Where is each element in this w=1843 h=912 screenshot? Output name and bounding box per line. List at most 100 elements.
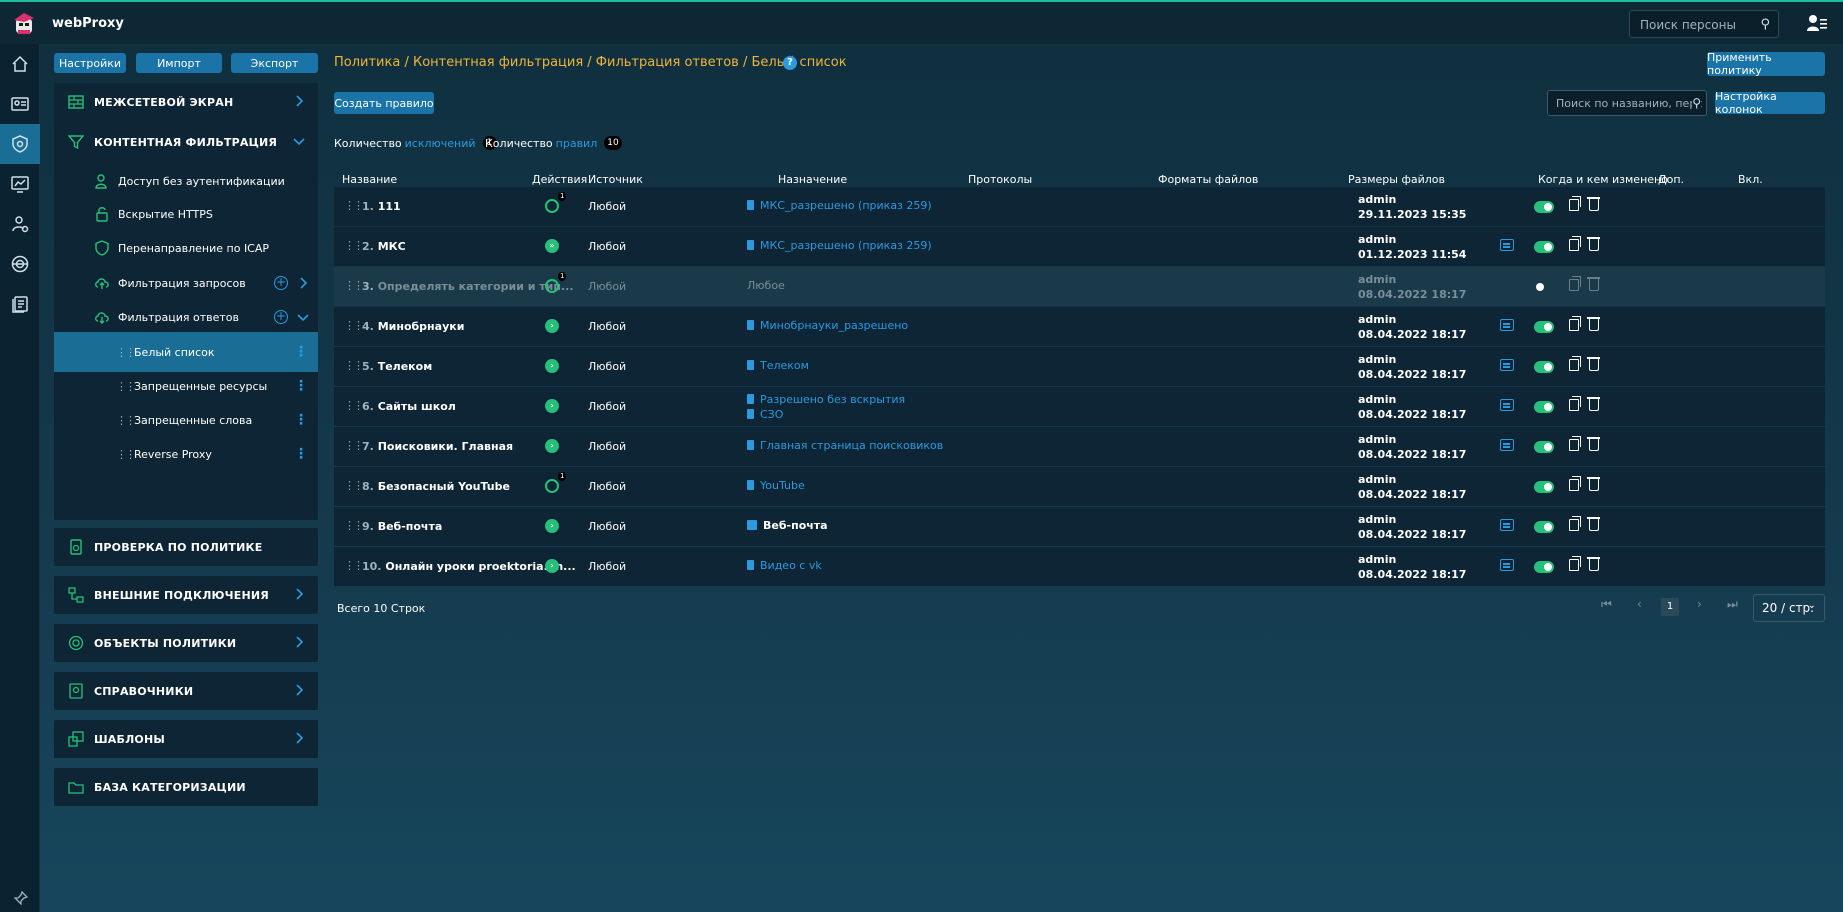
drag-handle-icon[interactable]: ⋮⋮ xyxy=(344,399,364,412)
copy-icon[interactable] xyxy=(1569,316,1581,331)
comment-icon[interactable] xyxy=(1500,359,1514,371)
trash-icon[interactable] xyxy=(1587,317,1600,331)
table-row[interactable]: ⋮⋮ 1. 111 1 Любой МКС_разрешено (приказ 259)… xyxy=(334,187,1825,226)
table-row[interactable]: ⋮⋮ 10. Онлайн уроки proektoria.on... › Любо… xyxy=(334,547,1825,586)
rail-network[interactable] xyxy=(0,244,40,284)
copy-icon[interactable] xyxy=(1569,356,1581,371)
help-icon[interactable]: ? xyxy=(783,56,797,70)
action-ring-icon[interactable]: 1 xyxy=(545,472,567,493)
destination-link[interactable]: Видео с vk xyxy=(747,559,822,572)
action-skip-icon[interactable]: » xyxy=(545,239,559,253)
app-logo-icon[interactable] xyxy=(10,10,38,38)
current-page[interactable]: 1 xyxy=(1661,598,1679,616)
menu-templates[interactable]: ШАБЛОНЫ xyxy=(54,720,318,758)
drag-handle-icon[interactable]: ⋮⋮ xyxy=(116,380,136,393)
rule-name[interactable]: 4. Минобрнауки xyxy=(362,320,464,333)
copy-icon[interactable] xyxy=(1569,396,1581,411)
destination-link[interactable]: Разрешено без вскрытия xyxy=(747,393,905,406)
more-options-icon[interactable]: ⋮ xyxy=(294,344,308,360)
action-allow-icon[interactable]: › xyxy=(545,559,559,573)
search-icon[interactable]: ⚲ xyxy=(1760,17,1770,32)
menu-references[interactable]: СПРАВОЧНИКИ xyxy=(54,672,318,710)
search-icon[interactable]: ⚲ xyxy=(1692,96,1701,110)
enable-toggle[interactable] xyxy=(1534,241,1554,253)
table-row[interactable]: ⋮⋮ 5. Телеком › Любой Телеком admin 08.04.2022… xyxy=(334,347,1825,386)
prev-page-icon[interactable]: ‹ xyxy=(1637,597,1642,611)
person-search-input[interactable]: Поиск персоны ⚲ xyxy=(1629,10,1779,38)
trash-icon[interactable] xyxy=(1587,357,1600,371)
trash-icon[interactable] xyxy=(1587,277,1600,291)
enable-toggle[interactable] xyxy=(1534,201,1554,213)
comment-icon[interactable] xyxy=(1500,319,1514,331)
drag-handle-icon[interactable]: ⋮⋮ xyxy=(344,479,364,492)
menu-categorization-db[interactable]: БАЗА КАТЕГОРИЗАЦИИ xyxy=(54,768,318,806)
menu-response-filtering[interactable]: Фильтрация ответов + xyxy=(54,297,318,337)
trash-icon[interactable] xyxy=(1587,197,1600,211)
add-icon[interactable]: + xyxy=(274,276,288,290)
menu-policy-objects[interactable]: ОБЪЕКТЫ ПОЛИТИКИ xyxy=(54,624,318,662)
table-row[interactable]: ⋮⋮ 7. Поисковики. Главная › Любой Главная ст… xyxy=(334,427,1825,466)
menu-content-filtering[interactable]: КОНТЕНТНАЯ ФИЛЬТРАЦИЯ xyxy=(54,123,318,161)
comment-icon[interactable] xyxy=(1500,439,1514,451)
trash-icon[interactable] xyxy=(1587,477,1600,491)
table-row[interactable]: ⋮⋮ 3. Определять категории и тип... 1 Любой… xyxy=(334,267,1825,306)
drag-handle-icon[interactable]: ⋮⋮ xyxy=(344,519,364,532)
drag-handle-icon[interactable]: ⋮⋮ xyxy=(344,559,364,572)
rule-name[interactable]: 3. Определять категории и тип... xyxy=(362,280,574,293)
drag-handle-icon[interactable]: ⋮⋮ xyxy=(116,346,136,359)
column-header-source[interactable]: Источник xyxy=(588,173,643,186)
comment-icon[interactable] xyxy=(1500,239,1514,251)
rail-monitoring[interactable] xyxy=(0,164,40,204)
rail-reports[interactable] xyxy=(0,284,40,324)
copy-icon[interactable] xyxy=(1569,476,1581,491)
trash-icon[interactable] xyxy=(1587,517,1600,531)
add-icon[interactable]: + xyxy=(274,310,288,324)
column-header-extra[interactable]: Доп. xyxy=(1658,173,1684,186)
copy-icon[interactable] xyxy=(1569,556,1581,571)
table-row[interactable]: ⋮⋮ 8. Безопасный YouTube 1 Любой YouTube admi… xyxy=(334,467,1825,506)
destination-link[interactable]: Минобрнауки_разрешено xyxy=(747,319,908,332)
drag-handle-icon[interactable]: ⋮⋮ xyxy=(344,239,364,252)
copy-icon[interactable] xyxy=(1569,196,1581,211)
enable-toggle[interactable] xyxy=(1534,441,1554,453)
table-row[interactable]: ⋮⋮ 4. Минобрнауки › Любой Минобрнауки_разреш… xyxy=(334,307,1825,346)
rule-name[interactable]: 6. Сайты школ xyxy=(362,400,456,413)
destination-link[interactable]: Главная страница поисковиков xyxy=(747,439,943,452)
action-ring-icon[interactable]: 1 xyxy=(545,272,567,293)
rail-policy[interactable] xyxy=(0,124,40,164)
apply-policy-button[interactable]: Применить политику xyxy=(1707,51,1825,77)
rule-name[interactable]: 5. Телеком xyxy=(362,360,432,373)
enable-toggle[interactable] xyxy=(1534,281,1554,293)
rule-search-input[interactable]: Поиск по названию, перс ⚲ xyxy=(1547,90,1707,116)
comment-icon[interactable] xyxy=(1500,399,1514,411)
destination-link[interactable]: Телеком xyxy=(747,359,809,372)
action-allow-icon[interactable]: › xyxy=(545,319,559,333)
column-header-file-formats[interactable]: Форматы файлов xyxy=(1158,173,1258,186)
destination-link[interactable]: YouTube xyxy=(747,479,805,492)
drag-handle-icon[interactable]: ⋮⋮ xyxy=(344,439,364,452)
column-header-enabled[interactable]: Вкл. xyxy=(1738,173,1763,186)
copy-icon[interactable] xyxy=(1569,516,1581,531)
import-button[interactable]: Импорт xyxy=(136,53,222,73)
next-page-icon[interactable]: › xyxy=(1697,597,1702,611)
rule-name[interactable]: 9. Веб-почта xyxy=(362,520,442,533)
trash-icon[interactable] xyxy=(1587,237,1600,251)
action-allow-icon[interactable]: › xyxy=(545,399,559,413)
enable-toggle[interactable] xyxy=(1534,481,1554,493)
columns-settings-button[interactable]: Настройка колонок xyxy=(1715,90,1825,116)
destination-link[interactable]: МКС_разрешено (приказ 259) xyxy=(747,199,932,212)
trash-icon[interactable] xyxy=(1587,437,1600,451)
settings-button[interactable]: Настройки xyxy=(54,53,126,73)
user-menu-icon[interactable] xyxy=(1807,14,1827,32)
menu-icap-redirect[interactable]: Перенаправление по ICAP xyxy=(54,228,318,268)
drag-handle-icon[interactable]: ⋮⋮ xyxy=(344,199,364,212)
trash-icon[interactable] xyxy=(1587,557,1600,571)
create-rule-button[interactable]: Создать правило xyxy=(334,92,434,114)
last-page-icon[interactable]: ⏭ xyxy=(1727,597,1738,612)
column-header-actions[interactable]: Действия xyxy=(532,173,587,186)
comment-icon[interactable] xyxy=(1500,519,1514,531)
copy-icon[interactable] xyxy=(1569,236,1581,251)
rules-link[interactable]: правил xyxy=(556,137,598,150)
destination-category[interactable]: Веб-почта xyxy=(747,519,828,532)
destination-link[interactable]: МКС_разрешено (приказ 259) xyxy=(747,239,932,252)
